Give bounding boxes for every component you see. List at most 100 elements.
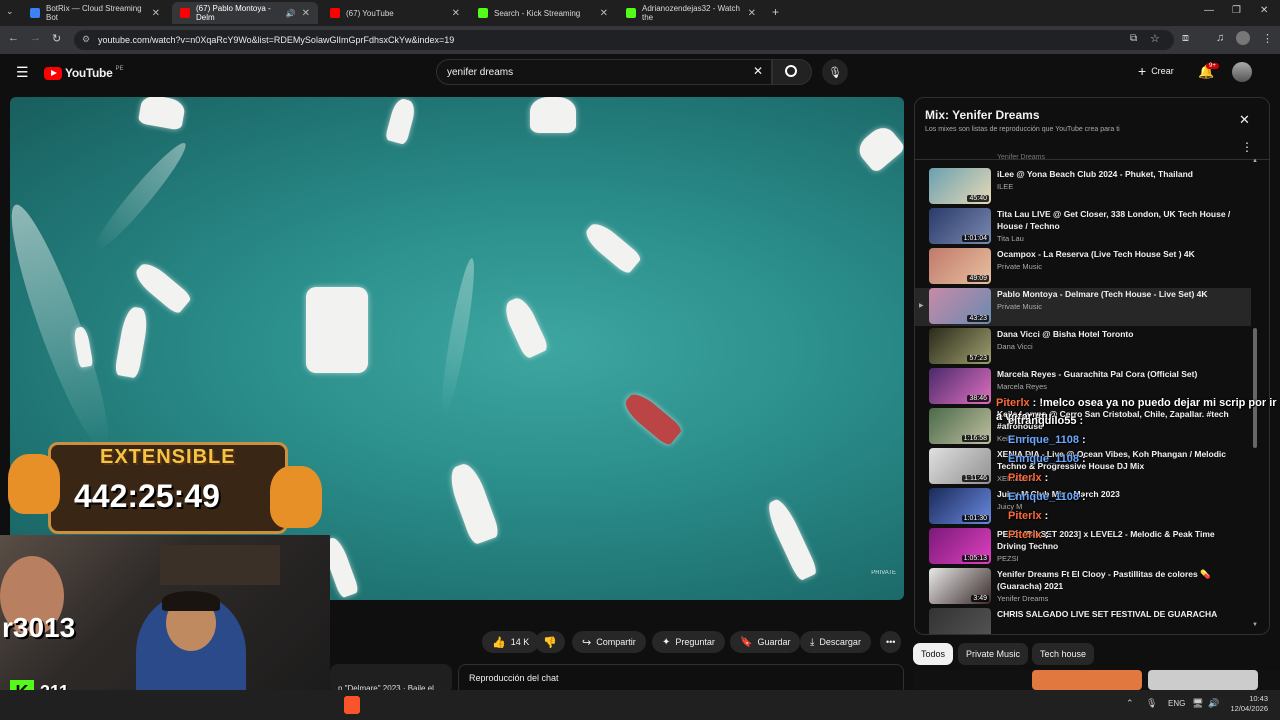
thumbs-down-icon: 👎	[543, 636, 557, 649]
microphone-icon[interactable]: 🎙	[1146, 698, 1157, 709]
forward-icon[interactable]: →	[30, 32, 41, 44]
chat-message: Piterlx:	[1008, 529, 1048, 541]
youtube-wordmark: YouTube	[65, 66, 113, 80]
minimize-icon[interactable]: —	[1204, 5, 1214, 16]
tray-overflow-icon[interactable]: ⌃	[1126, 698, 1134, 709]
playlist-item-thumbnail[interactable]: 1:16:58	[929, 408, 991, 444]
cast-icon[interactable]: ⧉	[1130, 33, 1137, 44]
duration-badge: 1:11:46	[962, 475, 989, 482]
playlist-item-channel: Private Music	[997, 262, 1043, 271]
close-icon[interactable]: ✕	[152, 8, 160, 19]
playlist-item-title[interactable]: Pablo Montoya - Delmare (Tech House - Li…	[997, 288, 1237, 300]
volume-icon[interactable]: 🔊	[1208, 698, 1219, 709]
clock[interactable]: 10:43 12/04/2026	[1228, 694, 1268, 714]
create-button[interactable]: + Crear	[1138, 63, 1174, 79]
playlist-item-thumbnail[interactable]: 1:05:13	[929, 528, 991, 564]
new-tab-icon[interactable]: +	[772, 5, 779, 19]
playlist-item-thumbnail[interactable]: 38:46	[929, 368, 991, 404]
search-input[interactable]: yenifer dreams ✕	[436, 59, 772, 85]
window-close-icon[interactable]: ✕	[1260, 5, 1268, 16]
save-button[interactable]: 🔖 Guardar	[730, 631, 801, 653]
chip-tech-house[interactable]: Tech house	[1032, 643, 1095, 665]
maximize-icon[interactable]: ❐	[1232, 5, 1241, 16]
bookmark-star-icon[interactable]: ☆	[1150, 32, 1160, 45]
close-playlist-icon[interactable]: ✕	[1239, 112, 1250, 128]
tab-botrix[interactable]: BotRix — Cloud Streaming Bot ✕	[22, 2, 168, 24]
recommended-thumbnails-strip[interactable]	[914, 670, 1280, 690]
close-icon[interactable]: ✕	[302, 8, 310, 19]
tab-kick-watch[interactable]: Adrianozendejas32 - Watch the ✕	[618, 2, 764, 24]
language-indicator[interactable]: ENG	[1168, 699, 1185, 708]
dislike-button[interactable]: 👎	[535, 631, 565, 653]
tab-search-chevron-icon[interactable]: ⌄	[6, 6, 14, 17]
share-button[interactable]: ↪ Compartir	[572, 631, 646, 653]
tab-youtube[interactable]: (67) YouTube ✕	[322, 2, 468, 24]
scroll-down-icon[interactable]: ▼	[1252, 622, 1258, 628]
playlist-item-thumbnail[interactable]: 45:40	[929, 168, 991, 204]
playlist-item-title[interactable]: iLee @ Yona Beach Club 2024 - Phuket, Th…	[997, 168, 1237, 180]
recommended-thumb[interactable]	[1148, 670, 1258, 690]
playlist-menu-icon[interactable]: ⋮	[1241, 140, 1253, 154]
playlist-item-thumbnail[interactable]: 3:49	[929, 568, 991, 604]
close-icon[interactable]: ✕	[452, 8, 460, 19]
playlist-item[interactable]: 45:40 iLee @ Yona Beach Club 2024 - Phuke…	[929, 168, 1259, 206]
playlist-item[interactable]: CHRIS SALGADO LIVE SET FESTIVAL DE GUARA…	[929, 608, 1259, 634]
botrix-favicon-icon	[30, 8, 40, 18]
playlist-item-title[interactable]: Marcela Reyes - Guarachita Pal Cora (Off…	[997, 368, 1237, 380]
speaker-icon[interactable]: 🔊	[286, 9, 296, 18]
playlist-item[interactable]: 1:01:04 Tita Lau LIVE @ Get Closer, 338 L…	[929, 208, 1259, 246]
playlist-item-thumbnail[interactable]: 43:23	[929, 288, 991, 324]
search-button[interactable]	[772, 59, 812, 85]
youtube-logo[interactable]: YouTube PE	[44, 66, 123, 80]
account-avatar[interactable]	[1232, 62, 1252, 82]
scroll-up-icon[interactable]: ▲	[1252, 158, 1258, 164]
chip-private-music[interactable]: Private Music	[958, 643, 1029, 665]
playlist-item-channel: Private Music	[997, 302, 1043, 311]
more-actions-button[interactable]: •••	[880, 631, 902, 653]
playlist-item-title[interactable]: Dana Vicci @ Bisha Hotel Toronto	[997, 328, 1237, 340]
playlist-item-thumbnail[interactable]: 57:23	[929, 328, 991, 364]
site-info-icon[interactable]: ⚙	[82, 34, 90, 45]
chip-all[interactable]: Todos	[913, 643, 954, 665]
playlist-item-title[interactable]: CHRIS SALGADO LIVE SET FESTIVAL DE GUARA…	[997, 608, 1237, 620]
menu-dots-icon[interactable]: ⋮	[1262, 32, 1273, 45]
back-icon[interactable]: ←	[8, 32, 19, 44]
media-control-icon[interactable]: ♫	[1216, 32, 1224, 44]
extensions-icon[interactable]: ⧈	[1182, 32, 1189, 45]
duration-badge: 43:23	[967, 315, 989, 322]
download-button[interactable]: ⤓ Descargar	[800, 631, 871, 653]
stream-chat-overlay: Piterlx: !melco osea ya no puedo dejar m…	[996, 396, 1280, 586]
playlist-item-thumbnail[interactable]: 1:01:30	[929, 488, 991, 524]
brave-browser-icon[interactable]	[344, 696, 360, 714]
create-label: Crear	[1151, 66, 1174, 76]
close-icon[interactable]: ✕	[600, 8, 608, 19]
voice-search-mic-icon[interactable]: 🎙	[822, 59, 848, 85]
url-field[interactable]: ⚙ youtube.com/watch?v=n0XqaRcY9Wo&list=R…	[74, 30, 1174, 50]
clear-search-icon[interactable]: ✕	[753, 64, 763, 78]
tab-kick-search[interactable]: Search - Kick Streaming ✕	[470, 2, 616, 24]
tab-title: BotRix — Cloud Streaming Bot	[46, 4, 142, 22]
close-icon[interactable]: ✕	[748, 8, 756, 19]
like-button[interactable]: 👍 14 K	[482, 631, 540, 653]
playlist-item-title[interactable]: Tita Lau LIVE @ Get Closer, 338 London, …	[997, 208, 1237, 232]
playlist-item-title[interactable]: Ocampox - La Reserva (Live Tech House Se…	[997, 248, 1237, 260]
now-playing-icon: ▶	[919, 303, 924, 309]
playlist-item[interactable]: 43:23 Pablo Montoya - Delmare (Tech House…	[915, 288, 1251, 326]
playlist-item-thumbnail[interactable]: 1:01:04	[929, 208, 991, 244]
ask-button[interactable]: ✦ Preguntar	[652, 631, 725, 653]
profile-avatar[interactable]	[1236, 31, 1250, 45]
network-icon[interactable]: 🖥	[1192, 698, 1203, 709]
playlist-item-thumbnail[interactable]	[929, 608, 991, 634]
share-label: Compartir	[596, 637, 636, 647]
chat-text: :	[1044, 510, 1049, 522]
playlist-item-thumbnail[interactable]: 49:09	[929, 248, 991, 284]
notification-count-badge: 9+	[1206, 63, 1219, 69]
share-icon: ↪	[582, 636, 592, 649]
tab-pablo-montoya[interactable]: (67) Pablo Montoya - Delm 🔊 ✕	[172, 2, 318, 24]
playlist-item[interactable]: 57:23 Dana Vicci @ Bisha Hotel Toronto Dan…	[929, 328, 1259, 366]
playlist-item-thumbnail[interactable]: 1:11:46	[929, 448, 991, 484]
playlist-item[interactable]: 49:09 Ocampox - La Reserva (Live Tech Hou…	[929, 248, 1259, 286]
hamburger-menu-icon[interactable]: ☰	[16, 64, 29, 81]
recommended-thumb[interactable]	[1032, 670, 1142, 690]
reload-icon[interactable]: ↻	[52, 32, 61, 45]
